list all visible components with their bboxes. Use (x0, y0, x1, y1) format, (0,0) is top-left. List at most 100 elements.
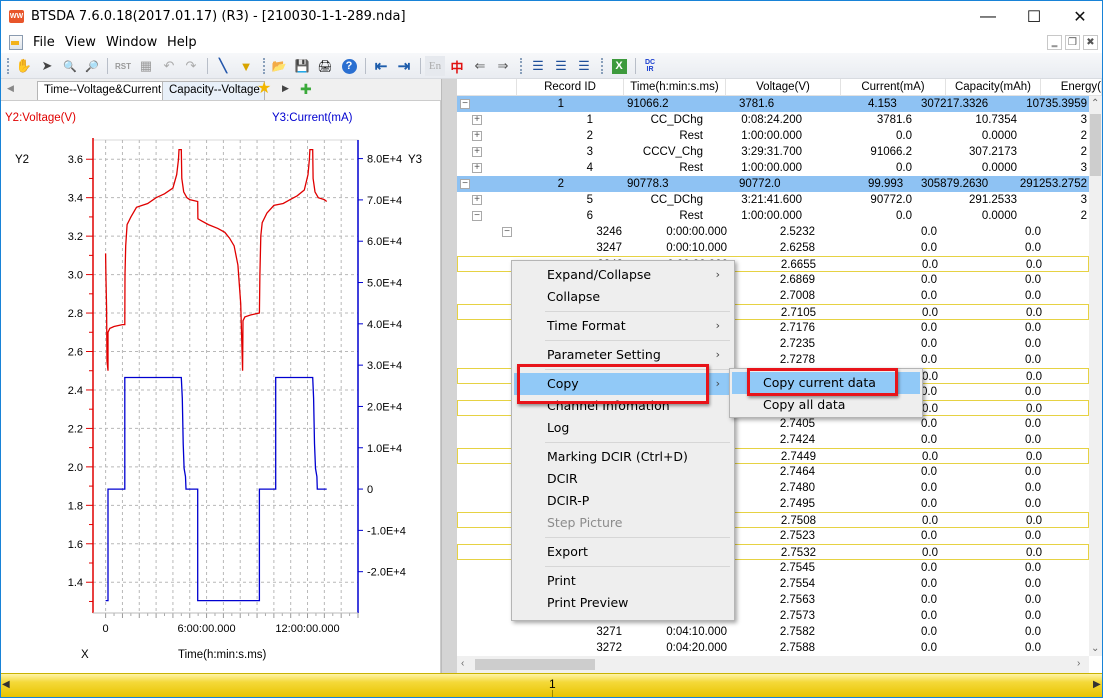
back-arrow-icon[interactable]: ⇤ (371, 56, 391, 76)
dcir-icon[interactable]: DC IR (641, 56, 659, 76)
menu-window[interactable]: Window (106, 35, 157, 50)
mdi-restore-button[interactable]: ❐ (1065, 35, 1080, 50)
scroll-up-icon[interactable]: ⌃ (1091, 98, 1099, 109)
list-view-2-icon[interactable]: ☰ (551, 56, 571, 76)
close-button[interactable]: ✕ (1057, 1, 1103, 32)
english-icon[interactable]: En (425, 56, 445, 76)
column-header-capacity[interactable]: Capacity(mAh) (946, 79, 1041, 96)
record-row[interactable]: 3247 0:00:10.000 2.6258 0.0 0.0 (457, 240, 1089, 256)
column-header-current[interactable]: Current(mA) (841, 79, 946, 96)
maximize-button[interactable]: ☐ (1011, 1, 1057, 32)
record-row[interactable]: 3271 0:04:10.000 2.7582 0.0 0.0 (457, 624, 1089, 640)
mdi-minimize-button[interactable]: ‗ (1047, 35, 1062, 50)
toolbar-grip[interactable] (601, 58, 604, 74)
tab-capacity-voltage[interactable]: Capacity--Voltage (162, 81, 265, 100)
context-menu-item-collapse[interactable]: Collapse (514, 286, 732, 308)
pointer-icon[interactable]: ➤ (37, 56, 57, 76)
timeline-left-icon[interactable]: ◀ (2, 679, 10, 690)
record-row[interactable]: 3272 0:04:20.000 2.7588 0.0 0.0 (457, 640, 1089, 656)
tab-time-voltage-current[interactable]: Time--Voltage&Current (37, 81, 167, 100)
scroll-left-icon[interactable]: ‹ (461, 658, 464, 669)
cycle-row[interactable]: − 1 91066.2 3781.6 4.153 307217.3326 10735.395… (457, 96, 1089, 112)
layout-icon[interactable]: ▦ (136, 56, 156, 76)
record-row[interactable]: − 3246 0:00:00.000 2.5232 0.0 0.0 (457, 224, 1089, 240)
redo-icon[interactable]: ↷ (181, 56, 201, 76)
expand-icon[interactable]: + (472, 147, 482, 157)
toolbar-grip[interactable] (7, 58, 10, 74)
channel-left-icon[interactable]: ⇐ (470, 56, 490, 76)
reset-icon[interactable]: RST (113, 56, 133, 76)
expand-icon[interactable]: + (472, 163, 482, 173)
step-row[interactable]: +2 Rest 1:00:00.000 0.0 0.0000 2 (457, 128, 1089, 144)
column-header-time[interactable]: Time(h:min:s.ms) (624, 79, 726, 96)
vertical-scroll-thumb[interactable] (1090, 114, 1101, 176)
excel-icon[interactable]: X (611, 58, 627, 74)
zoom-rect-icon[interactable]: 🔍 (60, 56, 80, 76)
cycle-row[interactable]: − 2 90778.3 90772.0 99.993 305879.2630 291253.… (457, 176, 1089, 192)
help-icon[interactable]: ? (341, 58, 357, 74)
favorite-star-icon[interactable]: ★ (257, 81, 271, 97)
pan-hand-icon[interactable]: ✋ (14, 56, 34, 76)
menu-help[interactable]: Help (167, 35, 197, 50)
step-row[interactable]: −6 Rest 1:00:00.000 0.0 0.0000 2 (457, 208, 1089, 224)
column-header-voltage[interactable]: Voltage(V) (726, 79, 841, 96)
context-menu-item-expand-collapse[interactable]: Expand/Collapse › (514, 264, 732, 286)
menu-file[interactable]: File (33, 35, 55, 50)
save-icon[interactable]: 💾 (292, 56, 312, 76)
expand-icon[interactable]: + (472, 131, 482, 141)
filter-icon[interactable]: ▼ (236, 56, 256, 76)
vertical-scrollbar[interactable]: ⌃ ⌄ (1089, 96, 1102, 656)
print-icon[interactable]: 🖨 (315, 56, 335, 76)
menu-view[interactable]: View (65, 35, 96, 50)
horizontal-scroll-thumb[interactable] (475, 659, 595, 670)
toolbar-grip[interactable] (263, 58, 266, 74)
open-folder-icon[interactable]: 📂 (269, 56, 289, 76)
tab-scroll-left-icon[interactable]: ◀ (7, 83, 14, 94)
timeline-right-icon[interactable]: ▶ (1093, 679, 1101, 690)
context-menu-item-parameter-setting[interactable]: Parameter Setting › (514, 344, 732, 366)
context-menu-item-copy[interactable]: Copy › (514, 373, 732, 395)
column-header-energy[interactable]: Energy( (1041, 79, 1102, 96)
context-menu-item-dcir-p[interactable]: DCIR-P (514, 490, 732, 512)
toolbar-grip[interactable] (520, 58, 523, 74)
expand-icon[interactable]: + (472, 195, 482, 205)
context-menu-item-log[interactable]: Log (514, 417, 732, 439)
copy-all-data-item[interactable]: Copy all data (732, 394, 920, 416)
context-menu-item-print[interactable]: Print (514, 570, 732, 592)
scroll-down-icon[interactable]: ⌄ (1091, 643, 1099, 654)
list-view-3-icon[interactable]: ☰ (574, 56, 594, 76)
undo-icon[interactable]: ↶ (159, 56, 179, 76)
collapse-icon[interactable]: − (460, 179, 470, 189)
mdi-close-button[interactable]: ✖ (1083, 35, 1098, 50)
context-menu-item-marking-dcir-ctrl-d[interactable]: Marking DCIR (Ctrl+D) (514, 446, 732, 468)
collapse-icon[interactable]: − (472, 211, 482, 221)
add-chart-icon[interactable]: ✚ (300, 81, 312, 97)
context-menu-item-export[interactable]: Export (514, 541, 732, 563)
context-menu-item-channel-infomation[interactable]: Channel Infomation (514, 395, 732, 417)
list-view-1-icon[interactable]: ☰ (528, 56, 548, 76)
horizontal-scrollbar[interactable]: ‹ › (457, 656, 1089, 673)
collapse-icon[interactable]: − (460, 99, 470, 109)
context-menu-item-dcir[interactable]: DCIR (514, 468, 732, 490)
step-row[interactable]: +3 CCCV_Chg 3:29:31.700 91066.2 307.2173 2 (457, 144, 1089, 160)
zoom-icon[interactable]: 🔎 (82, 56, 102, 76)
context-menu-item-time-format[interactable]: Time Format › (514, 315, 732, 337)
column-header-record-id[interactable]: Record ID (517, 79, 624, 96)
collapse-icon[interactable]: − (502, 227, 512, 237)
curve-icon[interactable]: ╲ (213, 56, 233, 76)
context-menu-item-print-preview[interactable]: Print Preview (514, 592, 732, 614)
copy-current-data-item[interactable]: Copy current data (732, 372, 920, 394)
step-row[interactable]: +4 Rest 1:00:00.000 0.0 0.0000 3 (457, 160, 1089, 176)
expand-icon[interactable]: + (472, 115, 482, 125)
tab-scroll-right-icon[interactable]: ▶ (282, 83, 289, 94)
pane-splitter[interactable] (441, 79, 457, 673)
step-row[interactable]: +1 CC_DChg 0:08:24.200 3781.6 10.7354 3 (457, 112, 1089, 128)
chinese-icon[interactable]: 中 (447, 56, 467, 76)
time-voltage-current-chart[interactable]: Y2:Voltage(V) Y3:Current(mA) Y2 Y3 X Tim… (1, 101, 441, 673)
timeline-bar[interactable]: ◀ 1 ▶ (1, 673, 1102, 697)
minimize-button[interactable]: — (965, 1, 1011, 32)
step-row[interactable]: +5 CC_DChg 3:21:41.600 90772.0 291.2533 3 (457, 192, 1089, 208)
forward-arrow-icon[interactable]: ⇥ (394, 56, 414, 76)
channel-right-icon[interactable]: ⇒ (493, 56, 513, 76)
scroll-right-icon[interactable]: › (1077, 658, 1080, 669)
